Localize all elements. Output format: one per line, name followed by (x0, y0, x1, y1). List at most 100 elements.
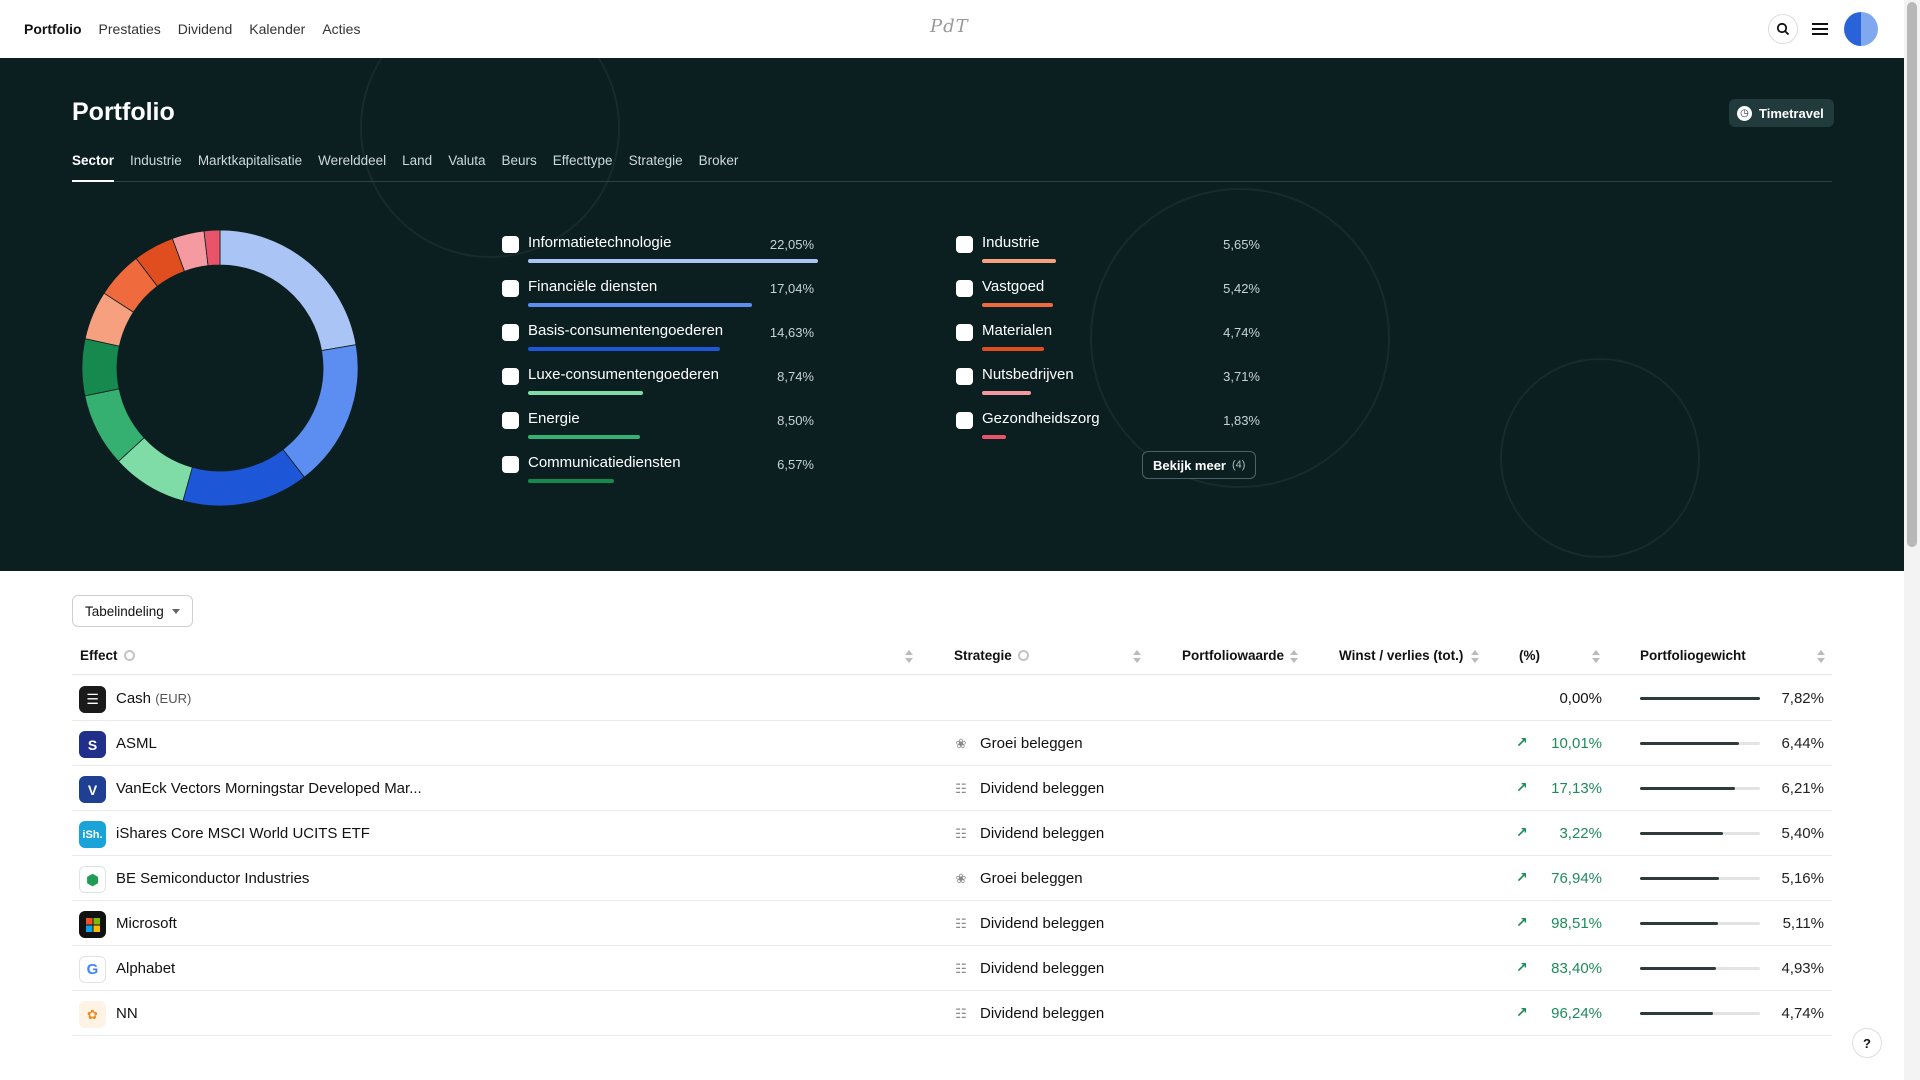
gear-icon[interactable] (1017, 650, 1029, 661)
donut-slice-basis-consumentengoederen[interactable] (182, 448, 305, 507)
security-name[interactable]: VanEck Vectors Morningstar Developed Mar… (116, 780, 422, 797)
legend-checkbox[interactable] (502, 368, 519, 385)
legend-checkbox[interactable] (502, 412, 519, 429)
nav-actions (1768, 12, 1878, 46)
nav-link-portfolio[interactable]: Portfolio (24, 21, 82, 37)
security-name[interactable]: BE Semiconductor Industries (116, 870, 309, 887)
sort-icon[interactable] (1817, 650, 1825, 664)
table-row[interactable]: G Alphabet ☷ Dividend beleggen ↗ 83,40% 4,93% (72, 946, 1832, 991)
column-percentage[interactable]: (%) (1519, 648, 1540, 663)
tab-land[interactable]: Land (402, 153, 432, 182)
security-name[interactable]: Microsoft (116, 915, 177, 932)
legend-item[interactable]: Materialen 4,74% (956, 321, 1260, 355)
strategy-label: Dividend beleggen (980, 960, 1105, 977)
security-name[interactable]: NN (116, 1005, 138, 1022)
security-name[interactable]: Alphabet (116, 960, 175, 977)
legend-item[interactable]: Communicatiediensten 6,57% (502, 453, 814, 487)
strategy-cell[interactable]: ❀ Groei beleggen (954, 735, 1083, 752)
sort-icon[interactable] (1133, 650, 1141, 664)
donut-slice-informatietechnologie[interactable] (219, 229, 357, 352)
nav-link-dividend[interactable]: Dividend (178, 21, 232, 37)
tab-werelddeel[interactable]: Werelddeel (318, 153, 386, 182)
scrollbar[interactable] (1904, 0, 1920, 1080)
legend-checkbox[interactable] (956, 236, 973, 253)
legend-item[interactable]: Financiële diensten 17,04% (502, 277, 814, 311)
table-row[interactable]: V VanEck Vectors Morningstar Developed Ma… (72, 766, 1832, 811)
legend-checkbox[interactable] (956, 412, 973, 429)
column-winst-verlies[interactable]: Winst / verlies (tot.) (1339, 648, 1463, 663)
sort-icon[interactable] (1592, 650, 1600, 664)
search-icon (1776, 22, 1790, 36)
tabelindeling-dropdown[interactable]: Tabelindeling (72, 595, 193, 627)
tab-sector[interactable]: Sector (72, 153, 115, 182)
column-gewicht-label: Portfoliogewicht (1640, 648, 1746, 663)
weight-bar (1640, 697, 1760, 700)
column-portfoliogewicht[interactable]: Portfoliogewicht (1640, 648, 1746, 663)
strategy-cell[interactable]: ☷ Dividend beleggen (954, 915, 1104, 932)
legend-checkbox[interactable] (502, 324, 519, 341)
legend-label: Energie (528, 410, 580, 427)
gear-icon[interactable] (123, 650, 135, 661)
security-name[interactable]: iShares Core MSCI World UCITS ETF (116, 825, 370, 842)
brand-logo[interactable]: PdT (930, 16, 974, 42)
strategy-cell[interactable]: ☷ Dividend beleggen (954, 1005, 1104, 1022)
legend-checkbox[interactable] (956, 368, 973, 385)
legend-checkbox[interactable] (502, 236, 519, 253)
legend-item[interactable]: Gezondheidszorg 1,83% (956, 409, 1260, 443)
legend-checkbox[interactable] (956, 280, 973, 297)
tab-valuta[interactable]: Valuta (448, 153, 485, 182)
column-portfoliowaarde[interactable]: Portfoliowaarde (1182, 648, 1284, 663)
strategy-label: Dividend beleggen (980, 825, 1105, 842)
legend-item[interactable]: Informatietechnologie 22,05% (502, 233, 818, 267)
legend-checkbox[interactable] (502, 280, 519, 297)
help-button[interactable]: ? (1852, 1028, 1882, 1058)
tab-industrie[interactable]: Industrie (130, 153, 182, 182)
security-name[interactable]: Cash (EUR) (116, 690, 191, 707)
column-effect[interactable]: Effect (80, 648, 135, 663)
security-name[interactable]: ASML (116, 735, 157, 752)
donut-slice-financi-le-diensten[interactable] (282, 344, 359, 478)
tab-strategie[interactable]: Strategie (629, 153, 683, 182)
legend-item[interactable]: Basis-consumentengoederen 14,63% (502, 321, 814, 355)
nav-links: Portfolio Prestaties Dividend Kalender A… (24, 21, 360, 37)
strategy-cell[interactable]: ❀ Groei beleggen (954, 870, 1083, 887)
nav-link-acties[interactable]: Acties (322, 21, 360, 37)
top-navigation: Portfolio Prestaties Dividend Kalender A… (0, 0, 1904, 58)
strategy-cell[interactable]: ☷ Dividend beleggen (954, 960, 1104, 977)
table-row[interactable]: iSh. iShares Core MSCI World UCITS ETF ☷ Di… (72, 811, 1832, 856)
search-button[interactable] (1768, 14, 1798, 44)
table-row[interactable]: Microsoft ☷ Dividend beleggen ↗ 98,51% 5,11% (72, 901, 1832, 946)
menu-button[interactable] (1812, 22, 1830, 36)
scrollbar-thumb[interactable] (1907, 2, 1917, 547)
legend-share-bar (982, 259, 1057, 263)
tab-broker[interactable]: Broker (699, 153, 739, 182)
tab-beurs[interactable]: Beurs (501, 153, 536, 182)
legend-item[interactable]: Energie 8,50% (502, 409, 814, 443)
sort-icon[interactable] (905, 650, 913, 664)
strategy-cell[interactable]: ☷ Dividend beleggen (954, 825, 1104, 842)
bekijk-meer-button[interactable]: Bekijk meer (4) (1142, 451, 1257, 479)
table-row[interactable]: S ASML ❀ Groei beleggen ↗ 10,01% 6,44% (72, 721, 1832, 766)
donut-slice-communicatiediensten[interactable] (81, 338, 120, 397)
column-strategie[interactable]: Strategie (954, 648, 1029, 663)
nav-link-kalender[interactable]: Kalender (249, 21, 305, 37)
column-winst-label: Winst / verlies (tot.) (1339, 648, 1464, 663)
legend-item[interactable]: Vastgoed 5,42% (956, 277, 1260, 311)
legend-item[interactable]: Luxe-consumentengoederen 8,74% (502, 365, 814, 399)
tab-marktkapitalisatie[interactable]: Marktkapitalisatie (198, 153, 302, 182)
timetravel-button[interactable]: ◷ Timetravel (1729, 99, 1834, 127)
legend-checkbox[interactable] (956, 324, 973, 341)
table-row[interactable]: ⬢ BE Semiconductor Industries ❀ Groei beleg… (72, 856, 1832, 901)
legend-checkbox[interactable] (502, 456, 519, 473)
tabelindeling-label: Tabelindeling (85, 603, 164, 619)
table-row[interactable]: ✿ NN ☷ Dividend beleggen ↗ 96,24% 4,74% (72, 991, 1832, 1036)
table-row[interactable]: ☰ Cash (EUR) 0,00% 7,82% (72, 676, 1832, 721)
avatar[interactable] (1844, 12, 1878, 46)
legend-item[interactable]: Industrie 5,65% (956, 233, 1260, 267)
sort-icon[interactable] (1290, 650, 1298, 664)
tab-effecttype[interactable]: Effecttype (553, 153, 613, 182)
legend-item[interactable]: Nutsbedrijven 3,71% (956, 365, 1260, 399)
nav-link-prestaties[interactable]: Prestaties (99, 21, 161, 37)
sort-icon[interactable] (1471, 650, 1479, 664)
strategy-cell[interactable]: ☷ Dividend beleggen (954, 780, 1104, 797)
